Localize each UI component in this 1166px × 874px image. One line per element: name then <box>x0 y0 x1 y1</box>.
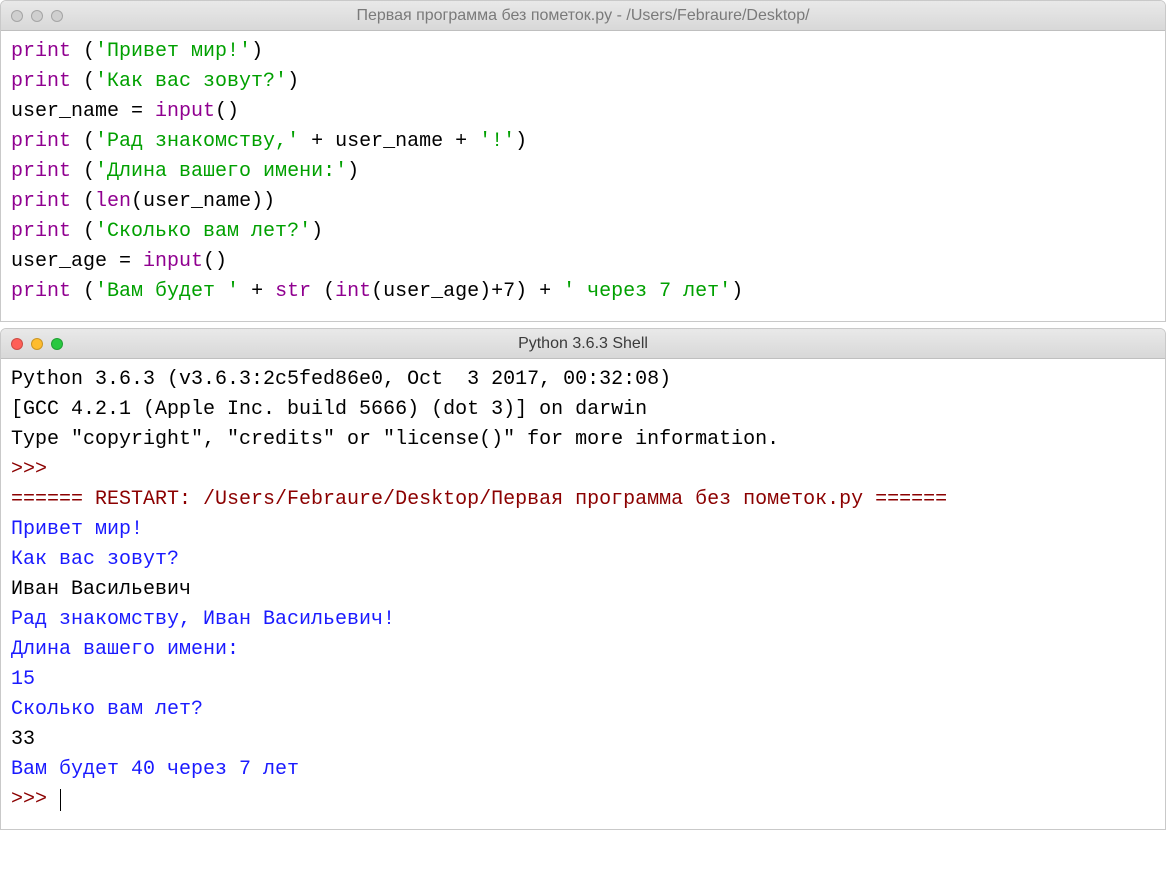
minimize-icon[interactable] <box>31 10 43 22</box>
shell-line: Сколько вам лет? <box>11 695 1155 725</box>
code-line: print ('Привет мир!') <box>11 37 1155 67</box>
code-token: 'Как вас зовут?' <box>95 70 287 93</box>
shell-line: Как вас зовут? <box>11 545 1155 575</box>
code-token: ) <box>287 70 299 93</box>
editor-title: Первая программа без пометок.py - /Users… <box>1 4 1165 28</box>
code-line: print ('Сколько вам лет?') <box>11 217 1155 247</box>
shell-token: 33 <box>11 728 35 751</box>
shell-line: Type "copyright", "credits" or "license(… <box>11 425 1155 455</box>
code-token: str <box>275 280 311 303</box>
shell-token: >>> <box>11 458 59 481</box>
editor-traffic-lights <box>11 10 63 22</box>
zoom-icon[interactable] <box>51 10 63 22</box>
code-line: print ('Как вас зовут?') <box>11 67 1155 97</box>
code-token: ) <box>515 130 527 153</box>
code-token: ) <box>311 220 323 243</box>
code-token: 'Вам будет ' <box>95 280 239 303</box>
shell-token: Python 3.6.3 (v3.6.3:2c5fed86e0, Oct 3 2… <box>11 368 683 391</box>
shell-token: ====== RESTART: /Users/Febraure/Desktop/… <box>11 488 947 511</box>
code-line: print ('Рад знакомству,' + user_name + '… <box>11 127 1155 157</box>
editor-titlebar: Первая программа без пометок.py - /Users… <box>1 1 1165 31</box>
code-token: input <box>155 100 215 123</box>
shell-line: [GCC 4.2.1 (Apple Inc. build 5666) (dot … <box>11 395 1155 425</box>
code-token: ) <box>251 40 263 63</box>
code-token: ( <box>71 280 95 303</box>
close-icon[interactable] <box>11 10 23 22</box>
code-line: print (len(user_name)) <box>11 187 1155 217</box>
shell-line: Иван Васильевич <box>11 575 1155 605</box>
code-line: print ('Вам будет ' + str (int(user_age)… <box>11 277 1155 307</box>
shell-line: 33 <box>11 725 1155 755</box>
code-token: print <box>11 160 71 183</box>
code-token: ) <box>731 280 743 303</box>
shell-token: Иван Васильевич <box>11 578 191 601</box>
code-token: 'Привет мир!' <box>95 40 251 63</box>
shell-token: Type "copyright", "credits" or "license(… <box>11 428 779 451</box>
shell-token: [GCC 4.2.1 (Apple Inc. build 5666) (dot … <box>11 398 647 421</box>
code-line: user_age = input() <box>11 247 1155 277</box>
code-token: print <box>11 220 71 243</box>
code-token: len <box>95 190 131 213</box>
code-token: () <box>215 100 239 123</box>
code-token: '!' <box>479 130 515 153</box>
shell-line: >>> <box>11 455 1155 485</box>
code-token: ( <box>71 190 95 213</box>
code-token: print <box>11 130 71 153</box>
code-token: print <box>11 280 71 303</box>
code-token: ( <box>71 40 95 63</box>
code-token: print <box>11 70 71 93</box>
zoom-icon[interactable] <box>51 338 63 350</box>
code-token: + user_name + <box>299 130 479 153</box>
code-token: int <box>335 280 371 303</box>
code-token: 'Длина вашего имени:' <box>95 160 347 183</box>
shell-window: Python 3.6.3 Shell Python 3.6.3 (v3.6.3:… <box>0 328 1166 830</box>
editor-window: Первая программа без пометок.py - /Users… <box>0 0 1166 322</box>
shell-line: Python 3.6.3 (v3.6.3:2c5fed86e0, Oct 3 2… <box>11 365 1155 395</box>
code-token: input <box>143 250 203 273</box>
code-token: ( <box>71 220 95 243</box>
shell-token: Привет мир! <box>11 518 143 541</box>
shell-line: Привет мир! <box>11 515 1155 545</box>
shell-token: Как вас зовут? <box>11 548 179 571</box>
code-token: ( <box>71 160 95 183</box>
code-token: user_name = <box>11 100 155 123</box>
code-token: + <box>239 280 275 303</box>
shell-token: Сколько вам лет? <box>11 698 203 721</box>
code-token: ( <box>71 130 95 153</box>
code-token: print <box>11 40 71 63</box>
code-token: () <box>203 250 227 273</box>
shell-token: >>> <box>11 788 59 811</box>
shell-title: Python 3.6.3 Shell <box>1 332 1165 356</box>
code-token: user_age = <box>11 250 143 273</box>
code-token: ( <box>311 280 335 303</box>
shell-line: Рад знакомству, Иван Васильевич! <box>11 605 1155 635</box>
text-cursor <box>60 789 61 811</box>
shell-line: 15 <box>11 665 1155 695</box>
code-token: print <box>11 190 71 213</box>
code-line: user_name = input() <box>11 97 1155 127</box>
shell-titlebar: Python 3.6.3 Shell <box>1 329 1165 359</box>
code-token: ( <box>71 70 95 93</box>
shell-token: 15 <box>11 668 35 691</box>
shell-line: Длина вашего имени: <box>11 635 1155 665</box>
minimize-icon[interactable] <box>31 338 43 350</box>
shell-line: ====== RESTART: /Users/Febraure/Desktop/… <box>11 485 1155 515</box>
close-icon[interactable] <box>11 338 23 350</box>
code-token: ) <box>347 160 359 183</box>
code-token: (user_age)+7) + <box>371 280 563 303</box>
code-token: ' через 7 лет' <box>563 280 731 303</box>
shell-token: Рад знакомству, Иван Васильевич! <box>11 608 395 631</box>
shell-token: Вам будет 40 через 7 лет <box>11 758 299 781</box>
code-token: 'Сколько вам лет?' <box>95 220 311 243</box>
editor-content[interactable]: print ('Привет мир!')print ('Как вас зов… <box>1 31 1165 321</box>
shell-line: Вам будет 40 через 7 лет <box>11 755 1155 785</box>
shell-traffic-lights <box>11 338 63 350</box>
shell-line: >>> <box>11 785 1155 815</box>
shell-token: Длина вашего имени: <box>11 638 239 661</box>
code-token: 'Рад знакомству,' <box>95 130 299 153</box>
code-line: print ('Длина вашего имени:') <box>11 157 1155 187</box>
code-token: (user_name)) <box>131 190 275 213</box>
shell-content[interactable]: Python 3.6.3 (v3.6.3:2c5fed86e0, Oct 3 2… <box>1 359 1165 829</box>
